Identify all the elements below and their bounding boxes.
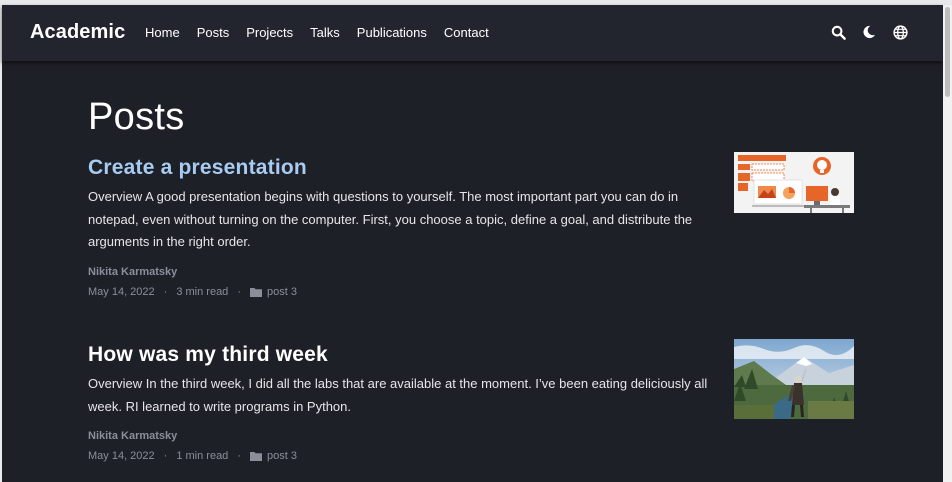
page-title: Posts [88, 96, 185, 138]
meta-separator: · [163, 450, 168, 462]
nav-link-posts[interactable]: Posts [197, 25, 230, 40]
nav-link-publications[interactable]: Publications [357, 25, 427, 40]
site-brand[interactable]: Academic [30, 21, 125, 44]
folder-icon [249, 287, 262, 297]
post-date: May 14, 2022 [88, 450, 155, 462]
meta-separator: · [163, 285, 168, 298]
nav-link-projects[interactable]: Projects [246, 25, 293, 40]
post-thumbnail-presentation[interactable] [734, 152, 854, 213]
post-category-link[interactable]: post 3 [267, 450, 297, 462]
navbar: Academic Home Posts Projects Talks Publi… [2, 5, 943, 61]
nav-link-contact[interactable]: Contact [444, 25, 489, 40]
search-icon[interactable] [829, 23, 847, 41]
post-summary: Overview In the third week, I did all th… [88, 376, 708, 414]
post-meta: May 14, 2022 · 1 min read · post 3 [88, 450, 854, 462]
post-date: May 14, 2022 [88, 285, 155, 298]
folder-icon [249, 451, 262, 461]
window-left-border [0, 0, 2, 482]
meta-separator: · [237, 285, 241, 298]
scrollbar-thumb[interactable] [945, 7, 950, 97]
post-thumbnail-landscape[interactable] [734, 339, 854, 419]
nav-link-home[interactable]: Home [145, 25, 180, 40]
meta-separator: · [237, 450, 241, 462]
post-read-time: 3 min read [176, 285, 229, 298]
post-author-link[interactable]: Nikita Karmatsky [88, 430, 854, 442]
nav-link-talks[interactable]: Talks [310, 25, 340, 40]
globe-icon[interactable] [891, 23, 909, 41]
post-author-link[interactable]: Nikita Karmatsky [88, 266, 854, 278]
post-summary: Overview A good presentation begins with… [88, 189, 693, 249]
post-category-link[interactable]: post 3 [267, 286, 297, 298]
post-meta: May 14, 2022 · 3 min read · post 3 [88, 286, 854, 298]
nav-icons [829, 23, 922, 41]
post-read-time: 1 min read [176, 450, 229, 462]
nav-links: Home Posts Projects Talks Publications C… [145, 25, 506, 40]
page-scrollbar[interactable] [943, 5, 952, 482]
moon-icon[interactable] [860, 23, 878, 41]
